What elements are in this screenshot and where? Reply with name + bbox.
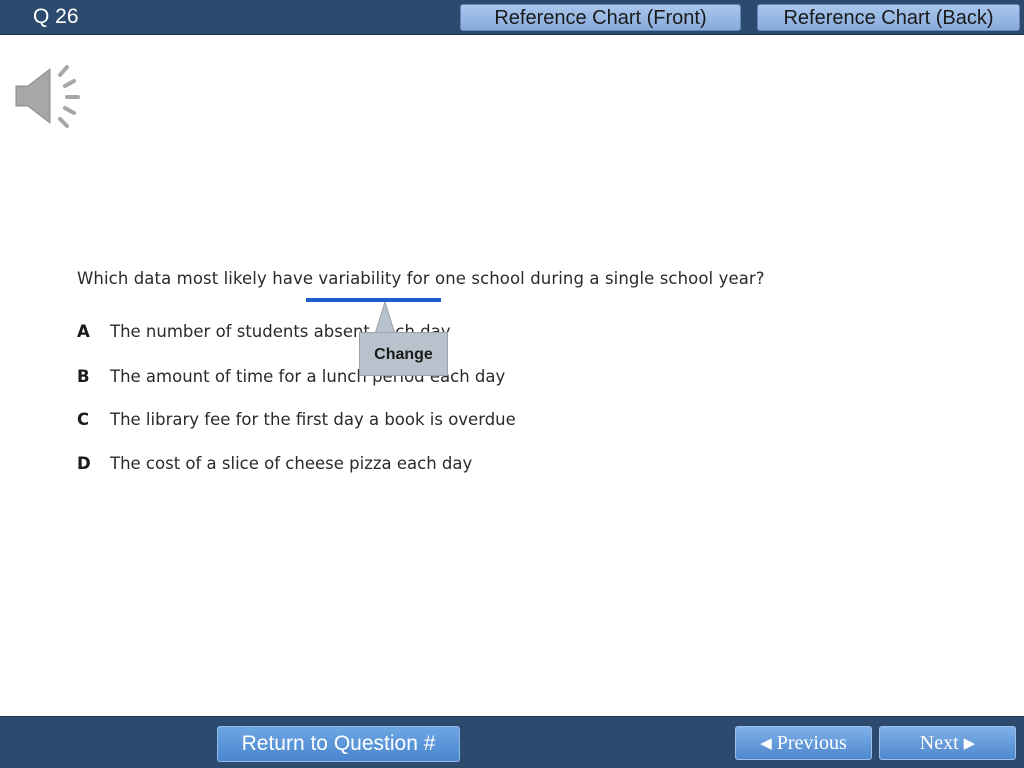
bottom-bar: Return to Question # ◀ Previous Next ▶	[0, 716, 1024, 768]
choice-letter: D	[77, 454, 91, 473]
next-label: Next	[919, 732, 959, 754]
reference-chart-front-button[interactable]: Reference Chart (Front)	[460, 4, 741, 31]
previous-label: Previous	[776, 732, 847, 754]
question-number: Q 26	[33, 5, 79, 28]
choice-text: The cost of a slice of cheese pizza each…	[110, 454, 473, 473]
triangle-right-icon: ▶	[963, 734, 976, 752]
speaker-icon[interactable]	[12, 60, 86, 130]
choice-letter: B	[77, 367, 90, 386]
next-button[interactable]: Next ▶	[879, 726, 1016, 760]
choice-text: The library fee for the first day a book…	[110, 410, 516, 429]
return-to-question-button[interactable]: Return to Question #	[217, 726, 460, 762]
choice-letter: C	[77, 410, 90, 429]
change-callout: Change	[359, 332, 448, 376]
reference-chart-back-button[interactable]: Reference Chart (Back)	[757, 4, 1020, 31]
choice-c[interactable]: C The library fee for the first day a boo…	[77, 410, 516, 429]
previous-button[interactable]: ◀ Previous	[735, 726, 872, 760]
choice-d[interactable]: D The cost of a slice of cheese pizza eac…	[77, 454, 472, 473]
question-text: Which data most likely have variability …	[77, 269, 765, 288]
top-bar: Q 26 Reference Chart (Front) Reference C…	[0, 0, 1024, 35]
callout-pointer	[374, 302, 396, 334]
choice-letter: A	[77, 322, 90, 341]
triangle-left-icon: ◀	[760, 734, 772, 752]
